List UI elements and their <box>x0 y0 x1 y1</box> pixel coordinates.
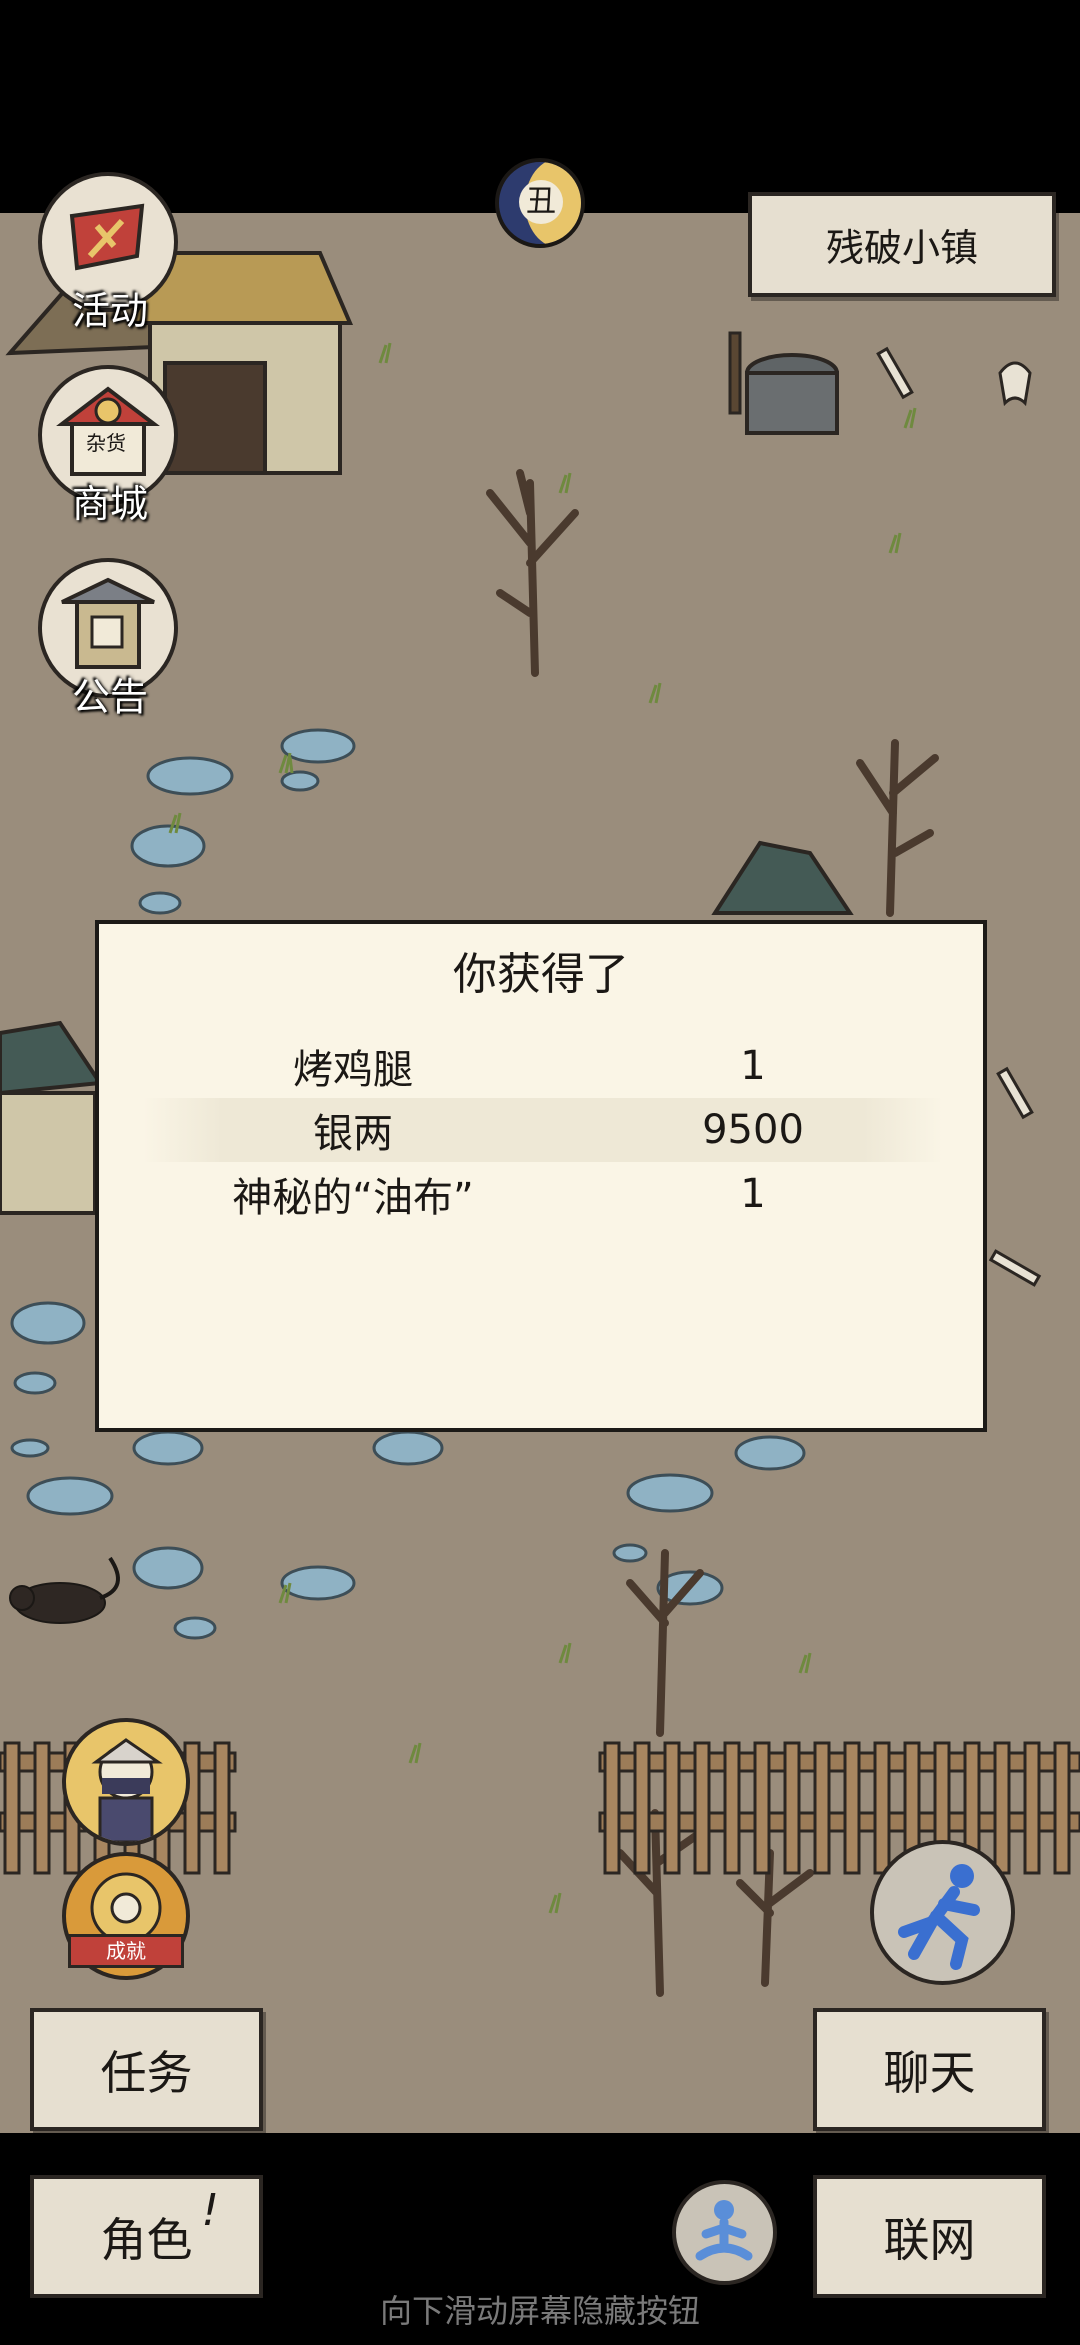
meditate-button[interactable] <box>672 2180 777 2285</box>
quest-button-label: 任务 <box>100 2045 193 2100</box>
hide-buttons-hint: 向下滑动屏幕隐藏按钮 <box>379 2292 700 2330</box>
reward-dialog-title: 你获得了 <box>453 949 629 1000</box>
character-button-label: 角色 <box>100 2212 193 2267</box>
character-button[interactable]: 角色 ! <box>30 2175 263 2298</box>
shop-sign: 杂货 <box>86 431 126 455</box>
reward-row: 银两 9500 <box>143 1098 943 1162</box>
time-of-day-badge: 丑 <box>495 158 585 248</box>
reward-item-qty: 1 <box>740 1171 766 1217</box>
meditation-icon <box>695 2200 753 2261</box>
achievement-button[interactable]: 成就 <box>62 1852 190 1980</box>
ninja-avatar-icon <box>91 1738 163 1842</box>
time-badge-char: 丑 <box>519 180 563 224</box>
achievement-label: 成就 <box>106 1939 146 1963</box>
running-man-icon <box>898 1864 980 1970</box>
quest-button[interactable]: 任务 <box>30 2008 263 2131</box>
notice-button[interactable]: 公告 <box>38 558 183 719</box>
reward-row: 神秘的“油布” 1 <box>143 1162 943 1226</box>
activity-label: 活动 <box>72 289 149 333</box>
activity-button[interactable]: 活动 <box>38 172 183 333</box>
location-name-panel: 残破小镇 <box>748 192 1056 297</box>
reward-dialog[interactable]: 你获得了 烤鸡腿 1 银两 9500 神秘的“油布” 1 <box>95 920 987 1432</box>
character-portrait-button[interactable] <box>62 1718 190 1846</box>
reward-row: 烤鸡腿 1 <box>143 1034 943 1098</box>
location-name: 残破小镇 <box>825 226 978 270</box>
notice-label: 公告 <box>72 675 149 719</box>
achievement-ribbon: 成就 <box>68 1934 184 1968</box>
network-button[interactable]: 联网 <box>813 2175 1046 2298</box>
character-alert-badge: ! <box>201 2185 219 2236</box>
reward-item-name: 银两 <box>313 1111 393 1157</box>
shop-button[interactable]: 杂货 商城 <box>38 365 183 526</box>
reward-item-qty: 1 <box>740 1043 766 1089</box>
reward-item-qty: 9500 <box>702 1107 804 1153</box>
reward-item-name: 神秘的“油布” <box>232 1175 474 1221</box>
reward-item-name: 烤鸡腿 <box>293 1047 413 1093</box>
network-button-label: 联网 <box>883 2212 976 2267</box>
shop-label: 商城 <box>72 482 149 526</box>
run-button[interactable] <box>870 1840 1015 1985</box>
chat-button[interactable]: 聊天 <box>813 2008 1046 2131</box>
chat-button-label: 聊天 <box>883 2045 976 2100</box>
